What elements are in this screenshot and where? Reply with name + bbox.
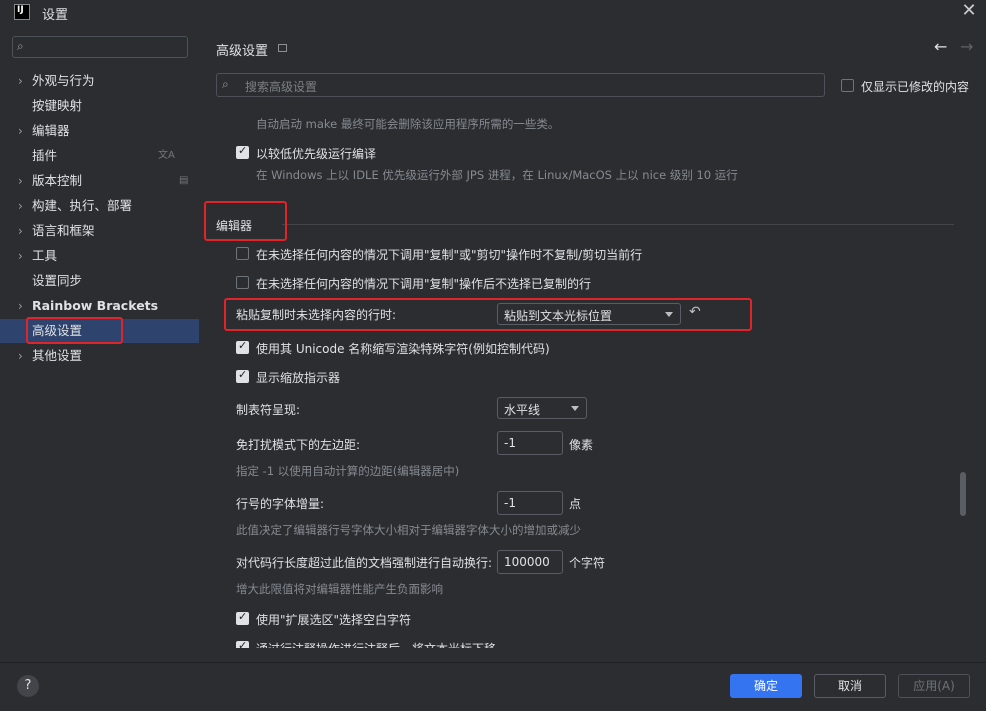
sidebar-item-label: 语言和框架 [32, 223, 95, 238]
tab-render-dropdown[interactable]: 水平线 [497, 397, 587, 419]
line-number-font-label: 行号的字体增量: [236, 497, 325, 511]
search-placeholder: 搜索高级设置 [245, 80, 318, 94]
cut-off-label: 通过行注释操作进行注释后，将文本光标下移 [256, 640, 496, 648]
search-icon: ⌕ [222, 77, 229, 91]
sidebar-item-tools[interactable]: › 工具 [0, 244, 199, 268]
forward-arrow-icon[interactable]: → [960, 37, 973, 56]
sidebar-item-languages[interactable]: › 语言和框架 [0, 219, 199, 243]
unicode-label: 使用其 Unicode 名称缩写渲染特殊字符(例如控制代码) [256, 342, 550, 356]
line-number-font-unit: 点 [569, 497, 582, 511]
menu-icon: ▤ [179, 175, 189, 186]
close-icon[interactable]: ✕ [958, 0, 980, 24]
cut-off-checkbox[interactable] [236, 639, 249, 648]
sidebar-item-label: Rainbow Brackets [32, 298, 159, 313]
only-modified-label: 仅显示已修改的内容 [861, 80, 970, 94]
chevron-right-icon: › [18, 299, 23, 313]
distraction-margin-label: 免打扰模式下的左边距: [236, 438, 361, 452]
chevron-down-icon [571, 406, 579, 411]
sidebar-item-build[interactable]: › 构建、执行、部署 [0, 194, 199, 218]
sidebar-item-other-settings[interactable]: › 其他设置 [0, 344, 199, 368]
window-title: 设置 [42, 8, 69, 23]
section-divider [282, 224, 954, 225]
scrollbar-thumb[interactable] [960, 472, 966, 516]
soft-wrap-input[interactable]: 100000 [497, 550, 563, 574]
sidebar-item-settings-sync[interactable]: 设置同步 [0, 269, 199, 293]
no-select-copied-checkbox[interactable] [236, 276, 249, 289]
only-modified-checkbox[interactable] [841, 79, 854, 92]
sidebar-item-plugins[interactable]: 插件 文A [0, 144, 199, 168]
chevron-right-icon: › [18, 74, 23, 88]
auto-make-hint: 自动启动 make 最终可能会删除该应用程序所需的一些类。 [256, 117, 560, 131]
zoom-indicator-checkbox[interactable] [236, 368, 249, 383]
distraction-margin-input[interactable]: -1 [497, 431, 563, 455]
help-button[interactable]: ? [17, 675, 39, 697]
sidebar-item-label: 工具 [32, 248, 58, 263]
soft-wrap-unit: 个字符 [569, 556, 606, 570]
sidebar-item-vcs[interactable]: › 版本控制 ▤ [0, 169, 199, 193]
low-priority-label: 以较低优先级运行编译 [256, 147, 377, 161]
no-copy-cut-checkbox[interactable] [236, 247, 249, 260]
low-priority-checkbox[interactable] [236, 144, 249, 159]
ok-button[interactable]: 确定 [730, 674, 802, 698]
page-title: 高级设置 [216, 44, 269, 59]
line-number-font-value: -1 [504, 496, 516, 510]
sidebar-item-label: 其他设置 [32, 348, 83, 363]
sidebar-item-label: 编辑器 [32, 123, 70, 138]
sidebar-item-editor[interactable]: › 编辑器 [0, 119, 199, 143]
chevron-right-icon: › [18, 224, 23, 238]
soft-wrap-value: 100000 [504, 555, 550, 569]
sidebar-item-appearance[interactable]: › 外观与行为 [0, 69, 199, 93]
distraction-margin-unit: 像素 [569, 438, 594, 452]
distraction-margin-hint: 指定 -1 以使用自动计算的边距(编辑器居中) [236, 464, 460, 478]
distraction-margin-value: -1 [504, 436, 516, 450]
sidebar-item-label: 按键映射 [32, 98, 83, 113]
search-icon: ⌕ [17, 39, 24, 53]
sidebar-item-keymap[interactable]: 按键映射 [0, 94, 199, 118]
low-priority-hint: 在 Windows 上以 IDLE 优先级运行外部 JPS 进程，在 Linux… [256, 168, 738, 182]
chevron-right-icon: › [18, 199, 23, 213]
zoom-indicator-label: 显示缩放指示器 [256, 371, 341, 385]
no-select-copied-label: 在未选择任何内容的情况下调用"复制"操作后不选择已复制的行 [256, 277, 592, 291]
line-number-font-hint: 此值决定了编辑器行号字体大小相对于编辑器字体大小的增加或减少 [236, 523, 581, 537]
soft-wrap-label: 对代码行长度超过此值的文档强制进行自动换行: [236, 556, 493, 570]
sidebar-item-label: 设置同步 [32, 273, 83, 288]
sidebar-item-label: 插件 [32, 148, 58, 163]
chevron-right-icon: › [18, 349, 23, 363]
translate-icon: 文A [158, 150, 175, 161]
extend-selection-checkbox[interactable] [236, 610, 249, 625]
highlight-box-paste [224, 298, 752, 331]
chevron-right-icon: › [18, 124, 23, 138]
highlight-box-sidebar [26, 317, 123, 344]
chevron-right-icon: › [18, 249, 23, 263]
cancel-button[interactable]: 取消 [814, 674, 886, 698]
settings-search-input[interactable]: ⌕ 搜索高级设置 [216, 73, 825, 97]
extend-selection-label: 使用"扩展选区"选择空白字符 [256, 613, 412, 627]
apply-button[interactable]: 应用(A) [898, 674, 970, 698]
highlight-box-section [204, 201, 287, 241]
line-number-font-input[interactable]: -1 [497, 491, 563, 515]
no-copy-cut-label: 在未选择任何内容的情况下调用"复制"或"剪切"操作时不复制/剪切当前行 [256, 248, 643, 262]
app-icon: IJ [14, 4, 30, 20]
sidebar-item-rainbow-brackets[interactable]: › Rainbow Brackets [0, 294, 199, 318]
title-bar [0, 0, 986, 24]
clipped-row: 通过行注释操作进行注释后，将文本光标下移 [200, 638, 960, 648]
menu-icon[interactable] [278, 44, 287, 52]
tab-render-label: 制表符呈现: [236, 403, 301, 417]
sidebar-search-input[interactable]: ⌕ [12, 36, 188, 58]
back-arrow-icon[interactable]: ← [934, 37, 947, 56]
sidebar-item-label: 外观与行为 [32, 73, 95, 88]
sidebar-item-label: 版本控制 [32, 173, 83, 188]
chevron-right-icon: › [18, 174, 23, 188]
tab-render-dropdown-value: 水平线 [504, 403, 541, 417]
sidebar-item-label: 构建、执行、部署 [32, 198, 133, 213]
soft-wrap-hint: 增大此限值将对编辑器性能产生负面影响 [236, 582, 443, 596]
unicode-checkbox[interactable] [236, 339, 249, 354]
